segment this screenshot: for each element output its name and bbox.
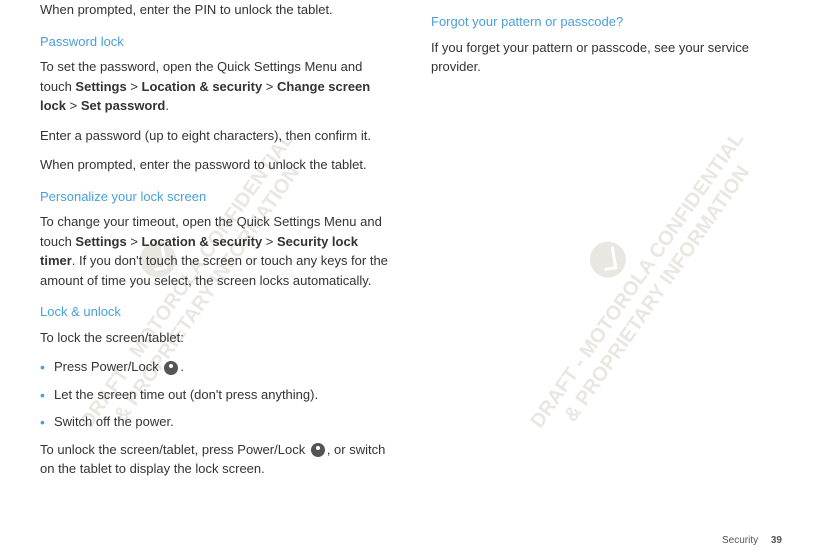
column-right: Forgot your pattern or passcode? If you … bbox=[431, 0, 787, 558]
password-lock-instructions: To set the password, open the Quick Sett… bbox=[40, 57, 396, 116]
column-left: When prompted, enter the PIN to unlock t… bbox=[40, 0, 396, 558]
footer-page-number: 39 bbox=[771, 535, 782, 546]
list-item: Press Power/Lock . bbox=[40, 357, 396, 377]
heading-lock-unlock: Lock & unlock bbox=[40, 302, 396, 322]
heading-personalize: Personalize your lock screen bbox=[40, 187, 396, 207]
password-prompt-text: When prompted, enter the password to unl… bbox=[40, 155, 396, 175]
power-lock-icon bbox=[164, 361, 178, 375]
list-item: Switch off the power. bbox=[40, 412, 396, 432]
footer-section: Security bbox=[722, 535, 758, 546]
list-item: Let the screen time out (don't press any… bbox=[40, 385, 396, 405]
page-footer: Security 39 bbox=[722, 533, 782, 548]
personalize-instructions: To change your timeout, open the Quick S… bbox=[40, 212, 396, 290]
heading-forgot: Forgot your pattern or passcode? bbox=[431, 12, 787, 32]
forgot-text: If you forget your pattern or passcode, … bbox=[431, 38, 787, 77]
password-enter-text: Enter a password (up to eight characters… bbox=[40, 126, 396, 146]
page-content: When prompted, enter the PIN to unlock t… bbox=[0, 0, 817, 558]
lock-intro: To lock the screen/tablet: bbox=[40, 328, 396, 348]
lock-list: Press Power/Lock . Let the screen time o… bbox=[40, 357, 396, 432]
heading-password-lock: Password lock bbox=[40, 32, 396, 52]
power-lock-icon bbox=[311, 443, 325, 457]
intro-text: When prompted, enter the PIN to unlock t… bbox=[40, 0, 396, 20]
unlock-instructions: To unlock the screen/tablet, press Power… bbox=[40, 440, 396, 479]
